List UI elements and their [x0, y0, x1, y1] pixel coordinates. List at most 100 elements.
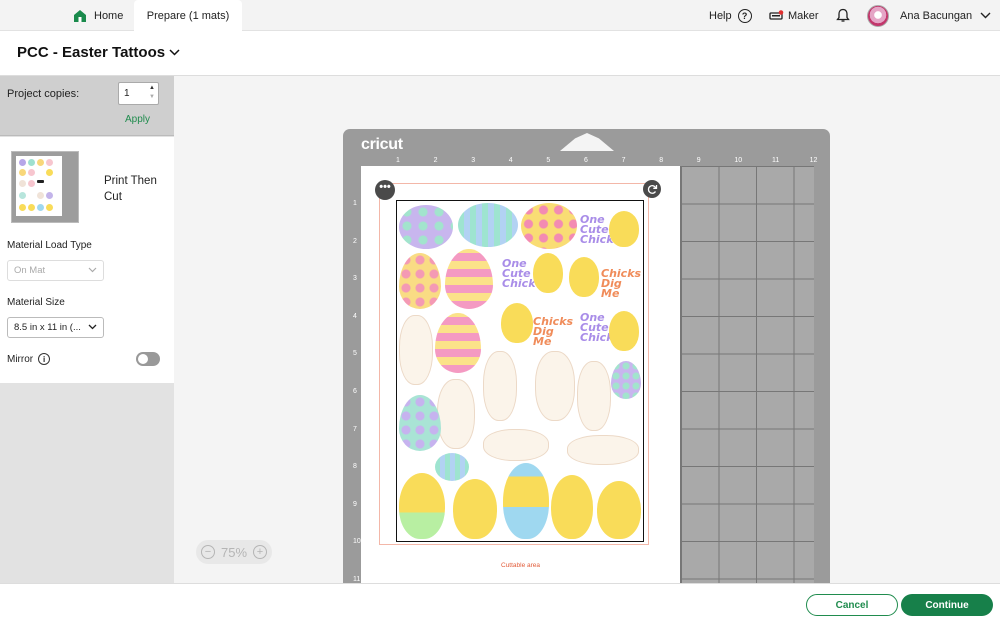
ruler-tick: 8 — [659, 157, 664, 164]
cuttable-area-label: Cuttable area — [501, 562, 541, 569]
sticker-chick-in-egg[interactable] — [503, 463, 549, 539]
sticker-chick-sunglasses[interactable] — [569, 257, 599, 297]
sticker-text-one-cute-chick[interactable]: One Cute Chick — [580, 312, 614, 343]
mat-canvas: cricut 123456789101112 1234567891011 302… — [174, 76, 1000, 583]
ruler-tick: 3 — [353, 275, 357, 283]
sticker-chick-sunglasses[interactable] — [501, 303, 533, 343]
user-menu[interactable]: Ana Bacungan — [900, 0, 991, 31]
machine-label: Maker — [788, 9, 819, 22]
paper-sheet[interactable]: One Cute Chick One Cute Chick Chicks Dig… — [361, 166, 680, 583]
ruler-tick: 3 — [471, 157, 476, 164]
sticker-bunny-sleeping[interactable] — [483, 429, 549, 461]
ruler-tick: 6 — [353, 388, 357, 395]
tab-home-label: Home — [94, 9, 124, 22]
sticker-chick-in-egg[interactable] — [399, 473, 445, 539]
sticker-egg[interactable] — [399, 205, 453, 249]
sticker-egg[interactable] — [435, 453, 469, 481]
tab-prepare-label: Prepare (1 mats) — [146, 9, 230, 22]
ruler-tick: 9 — [696, 157, 701, 164]
material-size-select[interactable]: 8.5 in x 11 in (... — [7, 317, 104, 338]
ruler-tick: 11 — [772, 157, 780, 164]
sticker-egg[interactable] — [458, 203, 518, 247]
ruler-tick: 4 — [508, 157, 513, 164]
ruler-tick: 8 — [353, 463, 357, 471]
sticker-chick[interactable] — [453, 479, 497, 539]
copies-stepper[interactable]: ▲ ▼ — [149, 84, 155, 102]
ruler-tick: 7 — [353, 425, 357, 433]
help-icon: ? — [737, 8, 752, 23]
sticker-text-one-cute-chick[interactable]: One Cute Chick — [580, 214, 614, 245]
zoom-level: 75% — [220, 544, 248, 560]
ruler-tick: 1 — [396, 157, 400, 164]
ruler-tick: 4 — [353, 312, 357, 320]
sticker-chick[interactable] — [597, 481, 641, 539]
stepper-down-icon[interactable]: ▼ — [149, 93, 155, 102]
zoom-out-button[interactable]: − — [201, 545, 215, 559]
help-button[interactable]: Help ? — [709, 0, 752, 31]
sticker-egg[interactable] — [521, 203, 577, 249]
ruler-tick: 5 — [546, 157, 551, 164]
project-copies-section: Project copies: 1 ▲ ▼ Apply — [0, 76, 174, 136]
chevron-down-icon — [88, 324, 97, 330]
mirror-label: Mirror — [7, 353, 34, 365]
tab-home[interactable]: Home — [62, 0, 134, 31]
project-title-dropdown[interactable]: PCC - Easter Tattoos — [17, 44, 180, 61]
zoom-in-button[interactable]: + — [253, 545, 267, 559]
help-label: Help — [709, 9, 732, 22]
sticker-egg[interactable] — [445, 249, 493, 309]
rotate-icon — [647, 184, 657, 194]
material-load-select: On Mat — [7, 260, 104, 281]
material-load-label: Material Load Type — [7, 240, 92, 251]
info-icon[interactable]: i — [38, 353, 51, 365]
sticker-chick[interactable] — [609, 211, 639, 247]
copies-input[interactable]: 1 ▲ ▼ — [118, 82, 159, 105]
ruler-tick: 6 — [584, 157, 588, 164]
ruler-tick: 2 — [353, 237, 357, 245]
sticker-bunny-sleeping[interactable] — [567, 435, 639, 465]
material-load-value: On Mat — [14, 265, 46, 276]
zoom-control: − 75% + — [196, 540, 272, 564]
print-area[interactable]: One Cute Chick One Cute Chick Chicks Dig… — [396, 200, 644, 542]
sticker-egg[interactable] — [399, 395, 441, 451]
top-bar: Home Prepare (1 mats) Help ? Maker Ana B… — [0, 0, 1000, 31]
stepper-up-icon[interactable]: ▲ — [149, 84, 155, 93]
more-options-button[interactable]: ••• — [375, 180, 395, 200]
tab-prepare[interactable]: Prepare (1 mats) — [134, 0, 242, 31]
sticker-egg[interactable] — [399, 253, 441, 309]
sticker-bunny[interactable] — [437, 379, 475, 449]
mat-settings-panel: Print Then Cut Material Load Type On Mat… — [0, 137, 174, 383]
sticker-egg[interactable] — [611, 361, 641, 399]
notifications-button[interactable] — [836, 0, 850, 31]
sticker-text-chicks-dig-me[interactable]: Chicks Dig Me — [601, 268, 641, 299]
mat-thumbnail[interactable] — [11, 151, 79, 223]
ruler-tick: 11 — [353, 576, 361, 583]
cancel-button[interactable]: Cancel — [806, 594, 898, 616]
sticker-text-one-cute-chick[interactable]: One Cute Chick — [502, 258, 536, 289]
sticker-text-chicks-dig-me[interactable]: Chicks Dig Me — [533, 316, 573, 347]
mat-grid — [680, 166, 814, 583]
apply-button[interactable]: Apply — [125, 114, 150, 125]
chevron-down-icon — [169, 49, 180, 56]
user-name: Ana Bacungan — [900, 9, 973, 22]
project-title-bar: PCC - Easter Tattoos — [0, 31, 1000, 76]
left-sidebar: Project copies: 1 ▲ ▼ Apply Print Then C… — [0, 76, 174, 583]
mirror-toggle[interactable] — [136, 352, 160, 366]
sticker-egg[interactable] — [435, 313, 481, 373]
sticker-bunny[interactable] — [577, 361, 611, 431]
bell-icon — [836, 8, 850, 22]
machine-button[interactable]: Maker — [769, 0, 819, 31]
sticker-chick[interactable] — [533, 253, 563, 293]
sticker-bunny[interactable] — [399, 315, 433, 385]
rotate-button[interactable] — [643, 180, 661, 198]
ruler-tick: 10 — [353, 538, 361, 546]
chevron-down-icon — [980, 12, 991, 19]
sticker-bunny[interactable] — [483, 351, 517, 421]
sticker-chick[interactable] — [609, 311, 639, 351]
continue-button[interactable]: Continue — [901, 594, 993, 616]
sticker-chick[interactable] — [551, 475, 593, 539]
sticker-bunny[interactable] — [535, 351, 575, 421]
copies-value: 1 — [124, 88, 130, 99]
ruler-tick: 12 — [809, 157, 818, 164]
avatar-button[interactable] — [867, 0, 889, 31]
material-size-label: Material Size — [7, 297, 65, 308]
